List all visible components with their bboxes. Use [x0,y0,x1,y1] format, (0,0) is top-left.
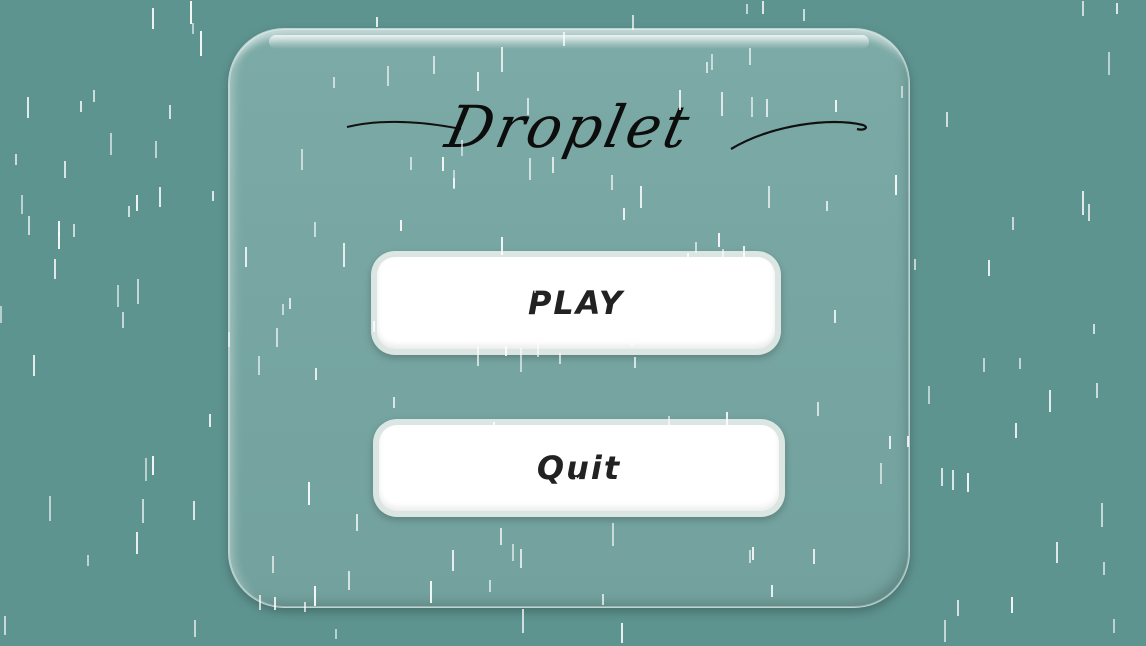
raindrop [762,1,764,14]
raindrop [983,358,985,372]
raindrop [73,224,75,237]
raindrop [49,496,51,521]
raindrop [928,386,930,404]
raindrop [946,112,948,127]
game-title: Droplet [440,93,698,161]
raindrop [941,468,943,486]
raindrop [952,470,954,490]
raindrop [28,216,30,235]
raindrop [376,17,378,27]
raindrop [1088,204,1090,221]
raindrop [136,532,138,554]
raindrop [212,191,214,201]
raindrop [152,8,154,29]
raindrop [142,499,144,523]
raindrop [1101,503,1103,527]
panel-highlight [269,35,869,49]
raindrop [1011,597,1013,613]
raindrop [33,355,35,376]
raindrop [1096,383,1098,398]
raindrop [1049,390,1051,412]
raindrop [159,187,161,207]
raindrop [15,154,17,165]
raindrop [621,623,623,643]
raindrop [4,616,6,635]
raindrop [54,259,56,279]
raindrop [145,458,147,481]
raindrop [0,306,2,323]
raindrop [1082,1,1084,16]
play-button[interactable]: PLAY [377,257,775,349]
raindrop [64,161,66,178]
raindrop [117,285,119,307]
raindrop [169,105,171,119]
raindrop [209,414,211,427]
raindrop [27,97,29,118]
raindrop [80,101,82,112]
raindrop [122,312,124,328]
raindrop [1012,217,1014,230]
raindrop [190,1,192,24]
raindrop [1103,562,1105,575]
raindrop [967,473,969,492]
raindrop [1116,3,1118,14]
raindrop [957,600,959,616]
raindrop [193,501,195,520]
raindrop [155,141,157,158]
raindrop [1019,358,1021,369]
raindrop [137,279,139,304]
raindrop [914,259,916,270]
raindrop [21,195,23,214]
raindrop [335,629,337,639]
raindrop [58,232,60,249]
raindrop [522,609,524,633]
raindrop [194,620,196,637]
raindrop [803,9,805,21]
raindrop [1113,619,1115,633]
raindrop [128,206,130,217]
raindrop [200,31,202,56]
raindrop [746,4,748,14]
raindrop [1082,191,1084,215]
raindrop [110,133,112,155]
raindrop [1093,324,1095,334]
raindrop [1108,52,1110,75]
raindrop [988,260,990,276]
raindrop [1056,542,1058,563]
raindrop [152,456,154,475]
raindrop [87,555,89,566]
raindrop [192,23,194,34]
raindrop [136,195,138,211]
raindrop [944,620,946,642]
quit-button[interactable]: Quit [379,425,779,511]
raindrop [93,90,95,102]
menu-panel: Droplet PLAY Quit [228,28,910,608]
raindrop [58,221,60,236]
raindrop [1015,423,1017,438]
